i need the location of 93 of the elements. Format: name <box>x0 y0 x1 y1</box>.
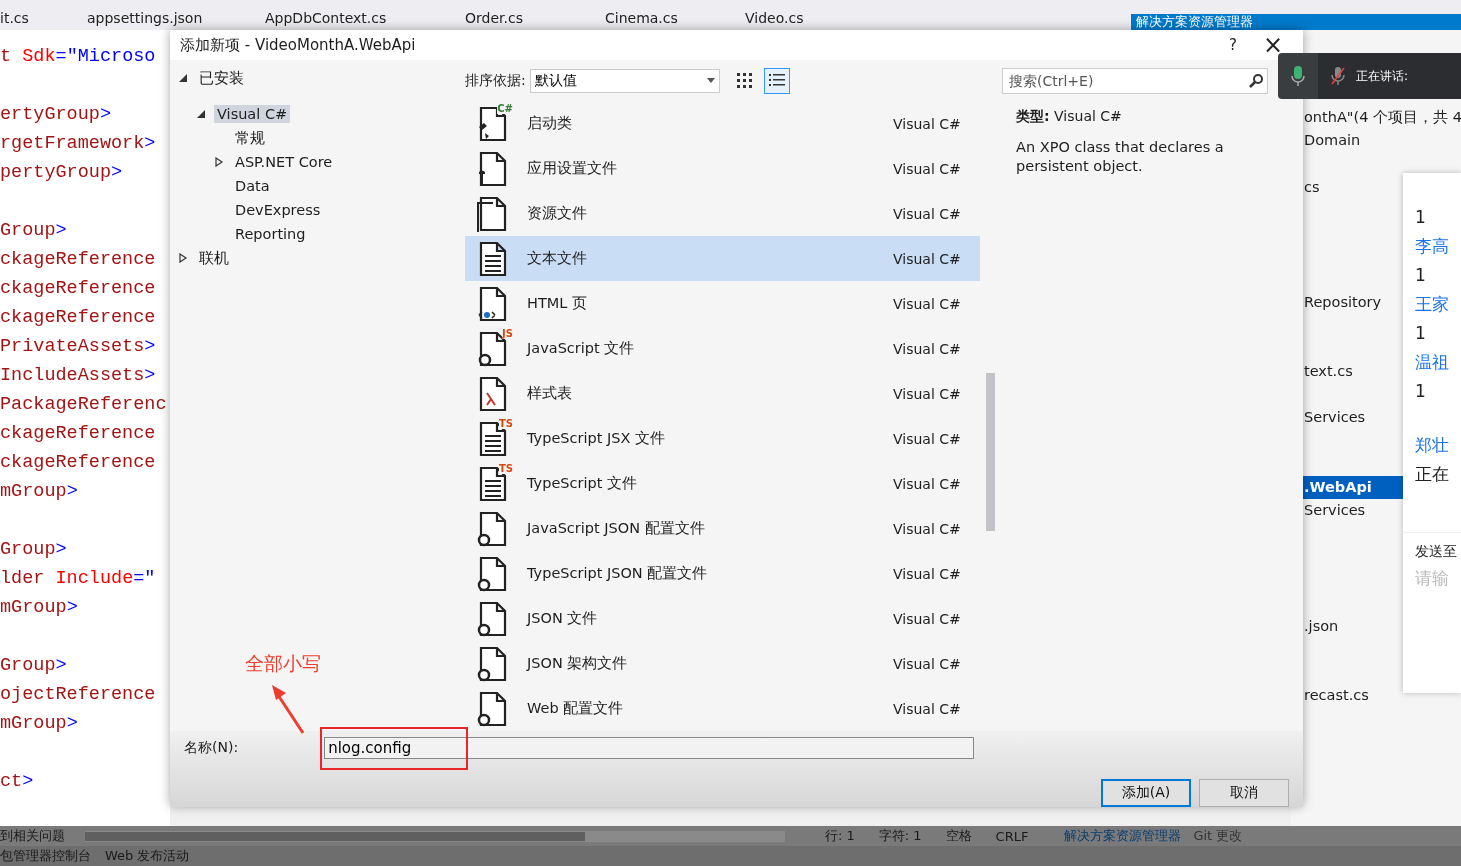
char-number: 字符: 1 <box>878 827 922 845</box>
sender-name: 李高 <box>1415 235 1450 258</box>
collapsed-arrow-icon[interactable] <box>214 157 224 167</box>
code-line: mGroup> <box>0 596 79 620</box>
tree-item[interactable]: DevExpress <box>232 201 324 219</box>
template-item[interactable]: JS JavaScript 文件 Visual C# <box>465 326 980 371</box>
template-item[interactable]: 文本文件 Visual C# <box>465 236 980 281</box>
search-field[interactable]: 搜索(Ctrl+E) <box>1002 68 1268 94</box>
editor-tab[interactable]: Cinema.cs <box>605 0 745 26</box>
tree-item[interactable]: Visual C# <box>214 105 291 123</box>
code-line: ertyGroup> <box>0 103 113 127</box>
message-count: 1 <box>1415 206 1427 229</box>
tree-item[interactable]: 常规 <box>232 127 268 149</box>
line-number: 行: 1 <box>825 827 855 845</box>
code-line: t Sdk="Microso <box>0 45 157 69</box>
template-item[interactable]: HTML 页 Visual C# <box>465 281 980 326</box>
code-line: ckageReference <box>0 422 157 446</box>
sender-name: 温祖 <box>1415 351 1450 374</box>
panel-header: 解决方案资源管理器 <box>1131 14 1461 30</box>
search-input[interactable]: 搜索(Ctrl+E) <box>1007 72 1249 90</box>
template-item[interactable]: 样式表 Visual C# <box>465 371 980 416</box>
editor-tab[interactable]: Order.cs <box>465 0 605 26</box>
code-line: ckageReference <box>0 306 157 330</box>
template-item[interactable]: Web 配置文件 Visual C# <box>465 686 980 731</box>
collapsed-arrow-icon[interactable] <box>178 253 188 263</box>
speaking-label: 正在讲话: <box>1356 67 1409 85</box>
message-field[interactable]: 请输 <box>1415 569 1451 589</box>
code-line: ct> <box>0 770 35 794</box>
annotation-text: 全部小写 <box>245 651 321 676</box>
name-field[interactable]: nlog.config <box>324 737 975 759</box>
microphone-icon[interactable] <box>1291 65 1305 87</box>
line-ending[interactable]: CRLF <box>995 828 1029 844</box>
help-button[interactable]: ? <box>1213 30 1253 60</box>
list-view-button[interactable] <box>763 67 790 94</box>
editor-tab[interactable]: AppDbContext.cs <box>265 0 465 26</box>
name-label: 名称(N): <box>184 739 239 757</box>
indent-mode[interactable]: 空格 <box>945 827 972 845</box>
send-label: 发送至 <box>1415 543 1458 561</box>
template-item[interactable]: TS TypeScript JSX 文件 Visual C# <box>465 416 980 461</box>
code-line: ckageReference <box>0 451 157 475</box>
dropdown-caret-icon <box>706 78 715 83</box>
message-count: 1 <box>1415 264 1427 287</box>
code-line: rgetFramework> <box>0 132 157 156</box>
code-line: ckageReference <box>0 277 157 301</box>
template-item[interactable]: JavaScript JSON 配置文件 Visual C# <box>465 506 980 551</box>
sender-name: 王家 <box>1415 293 1450 316</box>
code-line: mGroup> <box>0 712 79 736</box>
sender-name: 郑壮 <box>1415 434 1450 457</box>
code-line: PackageReferenc <box>0 393 168 417</box>
code-line: IncludeAssets> <box>0 364 157 388</box>
annotation-arrow <box>270 683 306 735</box>
tree-item[interactable]: 已安装 <box>196 67 247 89</box>
list-icon <box>768 73 785 88</box>
template-item[interactable]: C# 启动类 Visual C# <box>465 101 980 146</box>
sort-dropdown[interactable]: 默认值 <box>529 68 720 93</box>
tree-item[interactable]: Data <box>232 177 273 195</box>
muted-microphone-icon[interactable] <box>1330 66 1346 86</box>
code-line: ojectReference <box>0 683 157 707</box>
message-count: 1 <box>1415 380 1427 403</box>
expanded-arrow-icon[interactable] <box>196 109 206 119</box>
code-line: lder Include=" <box>0 567 157 591</box>
code-line: Group> <box>0 219 68 243</box>
sort-label: 排序依据: <box>465 71 526 90</box>
description: An XPO class that declares a persistent object. <box>1016 138 1225 176</box>
editor-tab[interactable]: it.cs <box>0 0 87 26</box>
template-item[interactable]: JSON 文件 Visual C# <box>465 596 980 641</box>
code-line: Group> <box>0 538 68 562</box>
search-icon <box>1249 74 1263 88</box>
template-item[interactable]: TS TypeScript 文件 Visual C# <box>465 461 980 506</box>
horizontal-scrollbar[interactable] <box>85 830 785 842</box>
dialog-title: 添加新项 - VideoMonthA.WebApi <box>180 35 417 55</box>
code-line: PrivateAssets> <box>0 335 157 359</box>
template-item[interactable]: 应用设置文件 Visual C# <box>465 146 980 191</box>
tree-item[interactable]: 联机 <box>196 247 232 269</box>
grid-icon <box>736 72 753 89</box>
type-info: 类型: Visual C# <box>1016 108 1123 126</box>
code-line: Group> <box>0 654 68 678</box>
cancel-button[interactable]: 取消 <box>1199 779 1289 807</box>
status-text: 到相关问题 <box>0 827 65 845</box>
editor-tab[interactable]: Video.cs <box>745 0 885 26</box>
editor-tab[interactable]: appsettings.json <box>87 0 265 26</box>
template-item[interactable]: TypeScript JSON 配置文件 Visual C# <box>465 551 980 596</box>
tree-item[interactable]: Reporting <box>232 225 309 243</box>
template-item[interactable]: JSON 架构文件 Visual C# <box>465 641 980 686</box>
code-line: mGroup> <box>0 480 79 504</box>
add-button[interactable]: 添加(A) <box>1101 779 1191 807</box>
close-button[interactable]: × <box>1253 30 1293 60</box>
message-count: 1 <box>1415 322 1427 345</box>
expanded-arrow-icon[interactable] <box>178 73 188 83</box>
tree-item[interactable]: ASP.NET Core <box>232 153 336 171</box>
code-line: pertyGroup> <box>0 161 124 185</box>
code-line: ckageReference <box>0 248 157 272</box>
template-item[interactable]: 资源文件 Visual C# <box>465 191 980 236</box>
